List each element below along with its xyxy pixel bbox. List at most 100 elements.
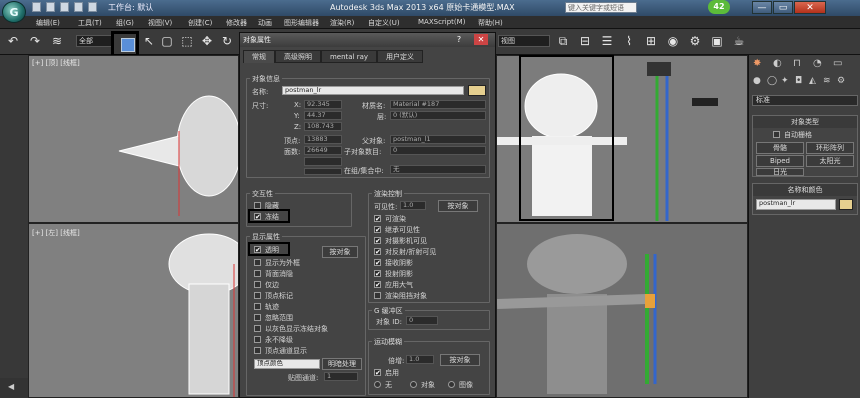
curve-editor-icon[interactable]: ⌇ — [622, 34, 636, 48]
multiplier-field[interactable]: 1.0 — [406, 355, 434, 364]
create-tab-icon[interactable]: ✸ — [753, 58, 761, 69]
display-tab-icon[interactable]: ▭ — [833, 58, 842, 69]
tab-user-defined[interactable]: 用户定义 — [377, 50, 423, 63]
daylight-button[interactable]: 日光 — [756, 168, 804, 176]
tab-general[interactable]: 常规 — [243, 50, 275, 63]
tab-mental-ray[interactable]: mental ray — [321, 50, 377, 63]
viewport-left-label[interactable]: [+] [左] [线框] — [32, 228, 80, 238]
selection-filter-select[interactable]: 全部 — [76, 35, 112, 47]
render-option-checkbox-6[interactable]: ✔ — [374, 281, 381, 289]
sunlight-button[interactable]: 太阳光 — [806, 155, 854, 167]
reference-coord-select[interactable]: 视图 — [498, 35, 550, 47]
cursor-icon[interactable]: ↖ — [142, 34, 156, 48]
geometry-icon[interactable]: ● — [753, 76, 761, 86]
viewport-perspective[interactable] — [496, 223, 748, 398]
shapes-icon[interactable]: ◯ — [767, 76, 777, 86]
option-checkbox-6[interactable] — [254, 325, 261, 332]
menu-group[interactable]: 组(G) — [116, 18, 134, 28]
object-id-field[interactable]: 0 — [406, 316, 438, 325]
dialog-help-button[interactable]: ? — [452, 34, 466, 45]
menu-graph-editors[interactable]: 图形编辑器 — [284, 18, 319, 28]
map-channel-field[interactable]: 1 — [324, 372, 358, 381]
object-type-header[interactable]: 对象类型 — [753, 116, 857, 128]
maximize-button[interactable]: ▭ — [773, 1, 793, 14]
option-checkbox-3[interactable] — [254, 292, 261, 299]
undo-icon[interactable]: ↶ — [6, 34, 20, 48]
menu-animation[interactable]: 动画 — [258, 18, 272, 28]
autogrid-checkbox[interactable] — [773, 131, 780, 138]
viewport-top-label[interactable]: [+] [顶] [线框] — [32, 58, 80, 68]
helpers-icon[interactable]: ◭ — [809, 76, 816, 86]
ring-array-button[interactable]: 环形阵列 — [806, 142, 854, 154]
menu-maxscript[interactable]: MAXScript(M) — [418, 18, 465, 26]
material-editor-icon[interactable]: ◉ — [666, 34, 680, 48]
menu-rendering[interactable]: 渲染(R) — [330, 18, 354, 28]
render-frame-icon[interactable]: ▣ — [710, 34, 724, 48]
minimize-button[interactable]: — — [752, 1, 772, 14]
new-file-icon[interactable] — [32, 2, 41, 12]
render-option-checkbox-0[interactable]: ✔ — [374, 215, 381, 223]
render-option-checkbox-5[interactable]: ✔ — [374, 270, 381, 278]
menu-tools[interactable]: 工具(T) — [78, 18, 102, 28]
menu-edit[interactable]: 编辑(E) — [36, 18, 60, 28]
menu-modifiers[interactable]: 修改器 — [226, 18, 247, 28]
option-checkbox-7[interactable] — [254, 336, 261, 343]
bones-button[interactable]: 骨骼 — [756, 142, 804, 154]
render-option-checkbox-3[interactable]: ✔ — [374, 248, 381, 256]
render-by-object-button[interactable]: 按对象 — [438, 200, 478, 212]
window-crossing-icon[interactable]: ⬚ — [180, 34, 194, 48]
dialog-close-button[interactable]: ✕ — [474, 34, 488, 45]
mirror-icon[interactable]: ⧉ — [556, 34, 570, 48]
visibility-field[interactable]: 1.0 — [400, 201, 426, 210]
rotate-icon[interactable]: ↻ — [220, 34, 234, 48]
motion-enabled-checkbox[interactable]: ✔ — [374, 369, 381, 377]
motion-by-object-button[interactable]: 按对象 — [440, 354, 480, 366]
spacewarps-icon[interactable]: ≋ — [823, 76, 831, 86]
motion-image-radio[interactable] — [448, 381, 455, 388]
hide-checkbox[interactable] — [254, 202, 261, 209]
category-dropdown[interactable]: 标准 — [752, 95, 858, 106]
motion-none-radio[interactable] — [374, 381, 381, 388]
name-color-header[interactable]: 名称和颜色 — [753, 184, 857, 196]
option-checkbox-4[interactable] — [254, 303, 261, 310]
align-icon[interactable]: ⊟ — [578, 34, 592, 48]
render-setup-icon[interactable]: ⚙ — [688, 34, 702, 48]
menu-help[interactable]: 帮助(H) — [478, 18, 503, 28]
menu-create[interactable]: 创建(C) — [188, 18, 212, 28]
render-option-checkbox-1[interactable]: ✔ — [374, 226, 381, 234]
object-color-swatch[interactable] — [468, 85, 486, 96]
workspace-selector[interactable]: 工作台: 默认 — [108, 2, 153, 13]
menu-customize[interactable]: 自定义(U) — [368, 18, 400, 28]
menu-views[interactable]: 视图(V) — [148, 18, 172, 28]
link-icon[interactable]: ≋ — [50, 34, 64, 48]
object-name-field[interactable]: postman_lr — [282, 86, 464, 95]
vertex-color-select[interactable]: 顶点颜色 — [254, 359, 320, 369]
tab-advanced-lighting[interactable]: 高级照明 — [275, 50, 321, 63]
option-checkbox-1[interactable] — [254, 270, 261, 277]
undo-quick-icon[interactable] — [74, 2, 83, 12]
modify-tab-icon[interactable]: ◐ — [773, 58, 782, 69]
search-input[interactable]: 键入关键字或短语 — [565, 2, 637, 13]
lights-icon[interactable]: ✦ — [781, 76, 789, 86]
layer-icon[interactable]: ☰ — [600, 34, 614, 48]
render-option-checkbox-4[interactable]: ✔ — [374, 259, 381, 267]
viewport-top[interactable] — [28, 55, 239, 223]
close-button[interactable]: ✕ — [794, 1, 826, 14]
app-logo-icon[interactable]: G — [2, 1, 26, 23]
option-checkbox-8[interactable] — [254, 347, 261, 354]
render-icon[interactable]: ☕ — [732, 34, 746, 48]
object-name-input[interactable]: postman_lr — [756, 199, 836, 210]
display-by-object-button[interactable]: 按对象 — [322, 246, 358, 258]
systems-icon[interactable]: ⚙ — [837, 76, 845, 86]
redo-icon[interactable]: ↷ — [28, 34, 42, 48]
motion-tab-icon[interactable]: ◔ — [813, 58, 822, 69]
option-checkbox-0[interactable] — [254, 259, 261, 266]
cameras-icon[interactable]: ◘ — [795, 76, 802, 86]
select-object-button[interactable] — [111, 31, 139, 57]
biped-button[interactable]: Biped — [756, 155, 804, 167]
save-file-icon[interactable] — [60, 2, 69, 12]
motion-object-radio[interactable] — [410, 381, 417, 388]
render-option-checkbox-2[interactable]: ✔ — [374, 237, 381, 245]
option-checkbox-2[interactable] — [254, 281, 261, 288]
open-file-icon[interactable] — [46, 2, 55, 12]
